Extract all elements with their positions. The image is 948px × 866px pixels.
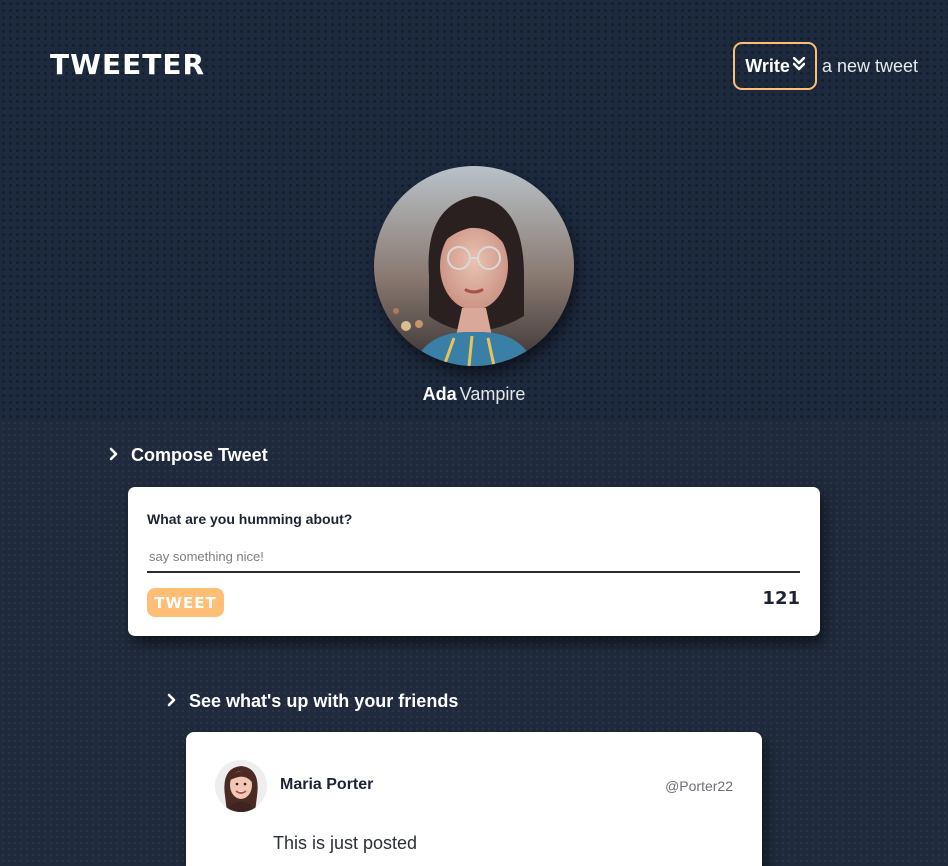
brand-logo[interactable]: TWEETER bbox=[50, 48, 205, 81]
compose-form: What are you humming about? TWEET 121 bbox=[128, 487, 820, 636]
write-button-label: Write bbox=[745, 55, 790, 76]
write-tweet-button[interactable]: Write bbox=[733, 42, 817, 90]
profile-avatar bbox=[374, 166, 574, 366]
tweet-author-handle: @Porter22 bbox=[665, 778, 733, 794]
feed-section-toggle[interactable]: See what's up with your friends bbox=[167, 691, 458, 712]
tweet-author-name: Maria Porter bbox=[280, 776, 374, 793]
chevron-right-icon bbox=[167, 691, 177, 712]
write-nav-text: a new tweet bbox=[821, 55, 918, 76]
feed-section-title: See what's up with your friends bbox=[189, 691, 459, 711]
chevron-right-icon bbox=[109, 445, 119, 466]
tweet-card: Maria Porter @Porter22 This is just post… bbox=[186, 732, 762, 866]
tweet-text: This is just posted bbox=[273, 833, 418, 853]
tweet-author-avatar bbox=[215, 760, 267, 812]
chevrons-down-icon bbox=[792, 56, 806, 73]
profile-name: Ada Vampire bbox=[0, 384, 948, 405]
profile-first-name: Ada bbox=[422, 384, 457, 404]
character-counter: 121 bbox=[762, 588, 800, 609]
tweet-submit-button[interactable]: TWEET bbox=[147, 588, 224, 617]
compose-section-title: Compose Tweet bbox=[131, 445, 268, 465]
compose-prompt-label: What are you humming about? bbox=[147, 511, 353, 527]
profile-last-name: Vampire bbox=[459, 384, 526, 404]
top-nav: Write a new tweet bbox=[733, 42, 918, 90]
compose-section-toggle[interactable]: Compose Tweet bbox=[109, 445, 268, 466]
profile-banner: TWEETER Write a new tweet Ada Vampire bbox=[0, 0, 948, 421]
tweet-text-input[interactable] bbox=[147, 541, 800, 573]
